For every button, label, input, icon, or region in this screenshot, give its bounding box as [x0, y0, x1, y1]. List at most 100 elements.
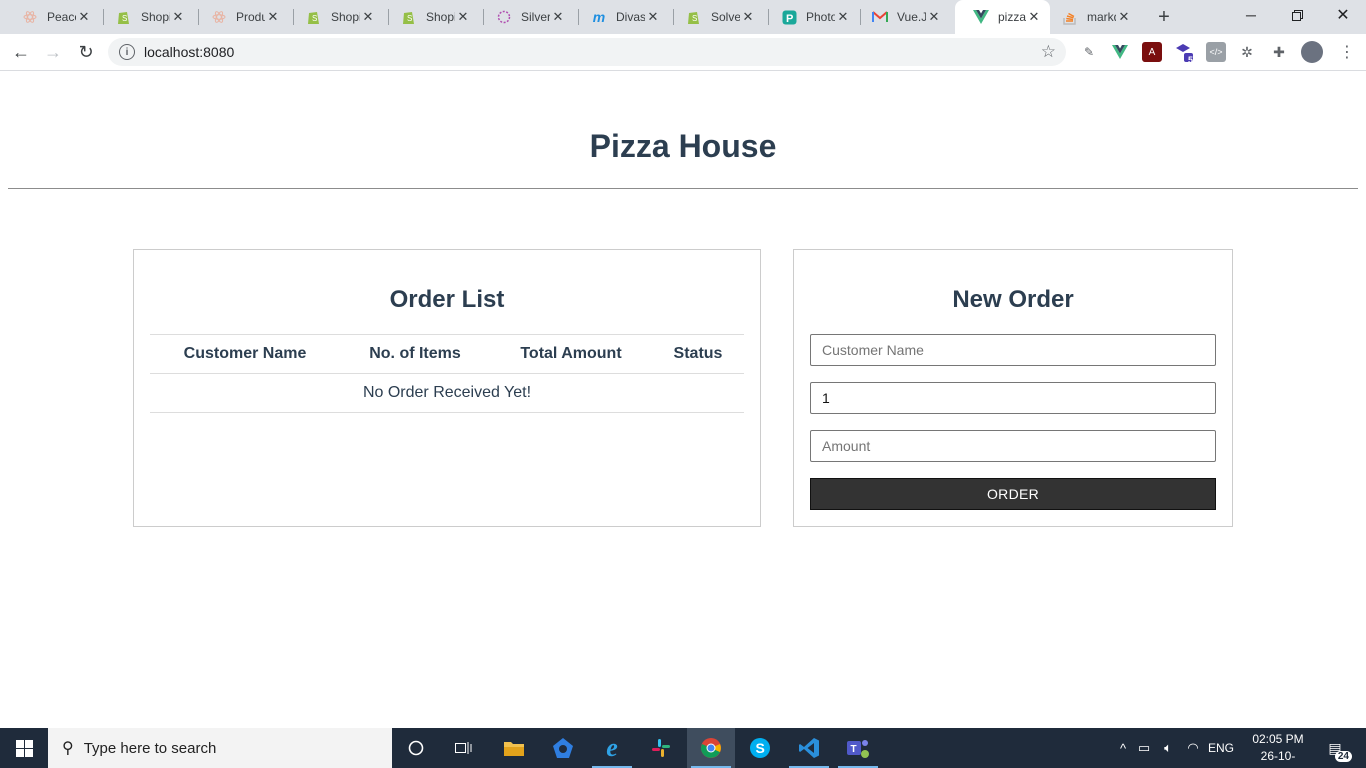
restore-button[interactable]: [1274, 0, 1320, 30]
clock-time: 02:05 PM: [1252, 732, 1304, 746]
language-indicator[interactable]: ENG: [1208, 741, 1234, 755]
windows-start-button[interactable]: [0, 728, 48, 768]
loading-icon: [496, 9, 512, 25]
stackoverflow-icon: [1062, 9, 1078, 25]
svg-text:S: S: [407, 14, 412, 23]
tab-title: pizza: [998, 10, 1026, 24]
close-tab-icon[interactable]: ✕: [76, 9, 92, 25]
close-window-button[interactable]: ✕: [1320, 0, 1366, 30]
close-tab-icon[interactable]: ✕: [1116, 9, 1132, 25]
notification-count: 24: [1334, 751, 1352, 762]
clock-date: 26-10-2020: [1260, 749, 1296, 768]
minimize-button[interactable]: ─: [1228, 0, 1274, 30]
close-tab-icon[interactable]: ✕: [1026, 9, 1042, 25]
address-bar[interactable]: i localhost:8080 ☆: [108, 38, 1066, 66]
extension-badge-icon[interactable]: 5: [1174, 42, 1194, 65]
table-header-row: Customer Name No. of Items Total Amount …: [150, 334, 744, 374]
vscode-icon[interactable]: [785, 728, 833, 768]
search-icon: ⚲: [62, 740, 74, 757]
browser-tab[interactable]: m Divas ✕: [573, 0, 669, 34]
forward-button[interactable]: →: [39, 38, 67, 66]
show-hidden-icons-icon[interactable]: ^: [1114, 741, 1132, 756]
m-logo-icon: m: [592, 9, 606, 25]
skype-icon[interactable]: S: [736, 728, 784, 768]
app-icon[interactable]: [539, 728, 587, 768]
close-tab-icon[interactable]: ✕: [170, 9, 186, 25]
bookmark-star-icon[interactable]: ☆: [1041, 42, 1056, 62]
profile-avatar[interactable]: [1301, 41, 1323, 63]
browser-tab[interactable]: Peace ✕: [4, 0, 100, 34]
items-count-input[interactable]: [810, 382, 1216, 414]
close-tab-icon[interactable]: ✕: [455, 9, 471, 25]
site-info-icon[interactable]: i: [119, 44, 135, 60]
windows-logo-icon: [15, 739, 33, 757]
close-tab-icon[interactable]: ✕: [550, 9, 566, 25]
teams-icon[interactable]: T: [834, 728, 882, 768]
title-divider: [8, 188, 1358, 189]
close-tab-icon[interactable]: ✕: [360, 9, 376, 25]
tab-title: Vue.JS: [897, 10, 926, 24]
table-row: No Order Received Yet!: [150, 373, 744, 413]
tab-title: Solve: [711, 10, 740, 24]
bug-extension-icon[interactable]: ✲: [1237, 42, 1257, 62]
new-order-card: New Order ORDER: [793, 249, 1233, 527]
task-view-icon[interactable]: [440, 728, 488, 768]
tab-title: Produ: [236, 10, 265, 24]
svg-text:S: S: [312, 14, 317, 23]
browser-tab[interactable]: P Photo ✕: [763, 0, 859, 34]
browser-tab[interactable]: S Shopi ✕: [288, 0, 384, 34]
close-tab-icon[interactable]: ✕: [265, 9, 281, 25]
taskbar-search-box[interactable]: ⚲ Type here to search: [48, 728, 392, 768]
windows-taskbar: ⚲ Type here to search e S T ^ ▭ 🔈︎ ◠ ENG…: [0, 728, 1366, 768]
close-tab-icon[interactable]: ✕: [835, 9, 851, 25]
eyedropper-icon[interactable]: ✎: [1079, 42, 1099, 62]
tab-title: Shopi: [331, 10, 360, 24]
browser-tab[interactable]: S Shopi ✕: [98, 0, 194, 34]
browser-tab[interactable]: Silver ✕: [478, 0, 574, 34]
close-tab-icon[interactable]: ✕: [926, 9, 942, 25]
edge-icon[interactable]: e: [588, 728, 636, 768]
file-explorer-icon[interactable]: [490, 728, 538, 768]
order-list-heading: Order List: [389, 286, 505, 313]
svg-text:S: S: [692, 14, 697, 23]
react-icon: [211, 9, 227, 25]
gmail-icon: [872, 9, 888, 25]
new-order-heading: New Order: [952, 286, 1074, 313]
battery-icon[interactable]: ▭: [1132, 740, 1156, 756]
slack-icon[interactable]: [637, 728, 685, 768]
vue-icon: [973, 9, 989, 25]
browser-tab[interactable]: markd ✕: [1044, 0, 1140, 34]
browser-tab[interactable]: Vue.JS ✕: [854, 0, 950, 34]
tab-title: Shopi: [141, 10, 170, 24]
puzzle-extensions-icon[interactable]: ✚: [1269, 42, 1289, 62]
order-button[interactable]: ORDER: [810, 478, 1216, 510]
reload-button[interactable]: ↻: [72, 38, 100, 66]
browser-tab[interactable]: S Solve ✕: [668, 0, 764, 34]
back-button[interactable]: ←: [7, 38, 35, 66]
tab-title: Shopi: [426, 10, 455, 24]
taskbar-clock[interactable]: 02:05 PM 26-10-2020: [1248, 731, 1308, 768]
pdf-icon[interactable]: A: [1142, 42, 1162, 62]
address-url[interactable]: localhost:8080: [144, 44, 234, 60]
close-tab-icon[interactable]: ✕: [645, 9, 661, 25]
shopify-icon: S: [686, 9, 702, 25]
chrome-taskbar-icon[interactable]: [687, 728, 735, 768]
amount-input[interactable]: [810, 430, 1216, 462]
code-extension-icon[interactable]: </>: [1206, 42, 1226, 62]
cortana-icon[interactable]: [392, 728, 440, 768]
wifi-icon[interactable]: ◠: [1180, 740, 1206, 756]
customer-name-input[interactable]: [810, 334, 1216, 366]
order-list-card: Order List Customer Name No. of Items To…: [133, 249, 761, 527]
browser-tab-active[interactable]: pizza ✕: [955, 0, 1050, 34]
vue-devtools-icon[interactable]: [1110, 42, 1130, 62]
browser-tab[interactable]: Produ ✕: [193, 0, 289, 34]
volume-icon[interactable]: 🔈︎: [1156, 740, 1180, 756]
svg-text:S: S: [122, 14, 127, 23]
chrome-menu-icon[interactable]: ⋮: [1337, 42, 1357, 62]
column-header: Total Amount: [490, 334, 652, 374]
react-icon: [22, 9, 38, 25]
notifications-icon[interactable]: ▤ 24: [1320, 736, 1352, 762]
close-tab-icon[interactable]: ✕: [740, 9, 756, 25]
browser-tab[interactable]: S Shopi ✕: [383, 0, 479, 34]
new-tab-button[interactable]: +: [1152, 5, 1176, 29]
